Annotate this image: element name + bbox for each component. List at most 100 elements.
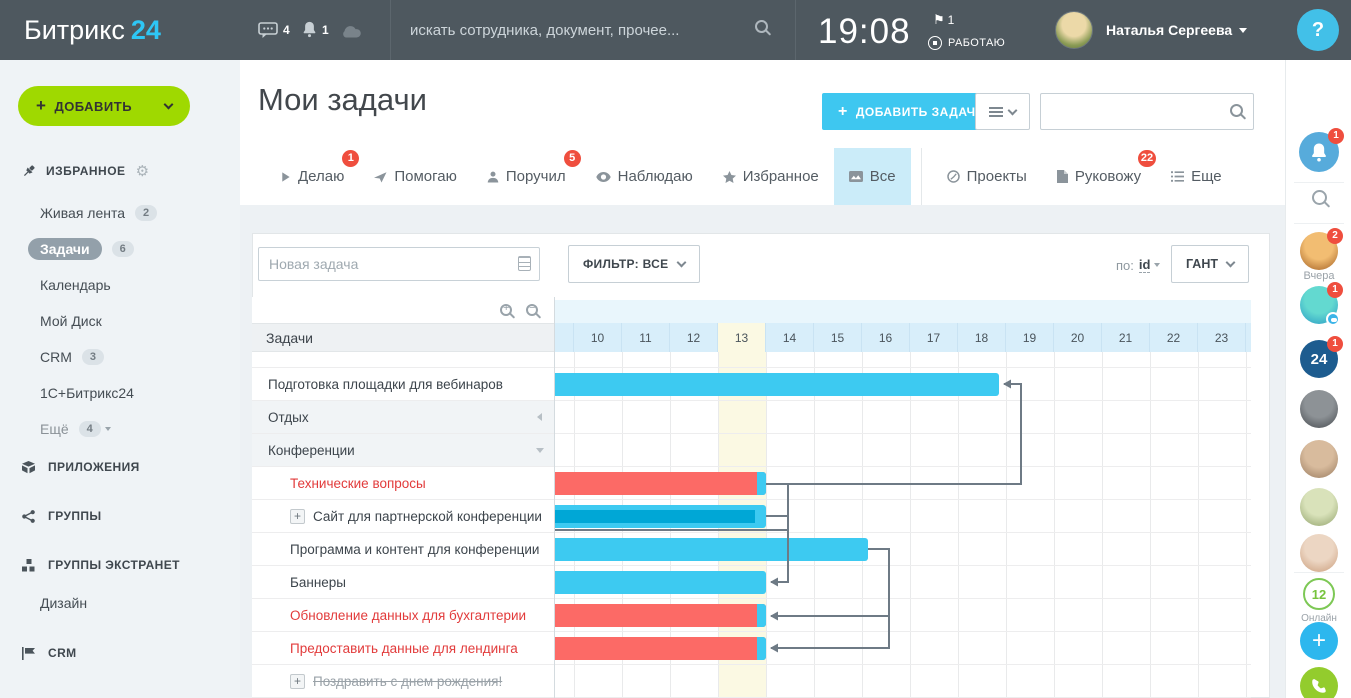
gantt-task-row[interactable]: Подготовка площадки для вебинаров [252, 368, 554, 401]
sidebar-item-4[interactable]: Мой Диск [40, 308, 102, 334]
tab-label: Еще [1191, 168, 1222, 185]
flag-indicator[interactable]: ⚑1 [933, 12, 954, 28]
tab-5[interactable]: Избранное [708, 148, 834, 205]
help-button[interactable]: ? [1297, 9, 1339, 51]
tab-label: Наблюдаю [618, 168, 693, 185]
person-icon [487, 171, 499, 183]
sidebar-item-2[interactable]: Задачи6 [40, 236, 134, 262]
avatar-2[interactable]: 1 [1300, 286, 1338, 324]
gantt-task-row[interactable]: Баннеры [252, 566, 554, 599]
tab-6[interactable]: Все [834, 148, 911, 205]
sort-control[interactable]: по: id [1116, 257, 1160, 273]
zoom-out-icon[interactable]: − [526, 303, 538, 321]
gantt-task-row[interactable]: +Поздравить с днем рождения! [252, 665, 554, 698]
sidebar-section-2[interactable]: ГРУППЫ [22, 509, 102, 523]
sidebar-item-label: Живая лента [40, 205, 125, 221]
view-options-button[interactable] [975, 93, 1030, 130]
task-search-box[interactable] [1040, 93, 1254, 130]
sidebar-section-3[interactable]: ГРУППЫ ЭКСТРАНЕТ [22, 558, 180, 572]
gantt-view-button[interactable]: ГАНТ [1171, 245, 1249, 283]
section-label: ГРУППЫ ЭКСТРАНЕТ [48, 558, 180, 572]
app-logo[interactable]: Битрикс24 [24, 0, 161, 60]
task-label: Предоставить данные для лендинга [290, 641, 518, 656]
gear-icon[interactable]: ⚙ [136, 162, 150, 180]
avatar-3[interactable] [1300, 390, 1338, 428]
zoom-in-icon[interactable]: + [500, 303, 512, 321]
tab-divider [921, 148, 922, 205]
sidebar-item-5[interactable]: CRM3 [40, 344, 104, 370]
task-label: Обновление данных для бухгалтерии [290, 608, 526, 623]
avatar-6[interactable] [1300, 534, 1338, 572]
global-search-icon[interactable] [755, 20, 768, 33]
work-status-button[interactable]: РАБОТАЮ [928, 36, 1005, 50]
phone-icon [1311, 678, 1328, 695]
tab-label: Поручил [506, 168, 566, 185]
gantt-task-row[interactable]: Конференции [252, 434, 554, 467]
tab-2[interactable]: Помогаю [359, 148, 472, 205]
sidebar-section-1[interactable]: ПРИЛОЖЕНИЯ [22, 460, 140, 474]
quick-add-button[interactable]: + [1300, 622, 1338, 660]
tab-7[interactable]: Проекты [932, 148, 1042, 205]
sidebar-item-3[interactable]: Календарь [40, 272, 111, 298]
sidebar-item-1[interactable]: Живая лента2 [40, 200, 157, 226]
inbox-icon [849, 171, 863, 182]
chat-icon[interactable] [258, 22, 278, 39]
sort-by-label: по: [1116, 258, 1134, 273]
add-button[interactable]: +ДОБАВИТЬ [18, 86, 190, 126]
cloud-icon[interactable] [340, 24, 362, 38]
gantt-task-row[interactable]: Отдых [252, 401, 554, 434]
user-menu[interactable]: Наталья Сергеева [1106, 22, 1247, 38]
user-avatar[interactable] [1055, 11, 1093, 49]
favorites-header[interactable]: ИЗБРАННОЕ ⚙ [22, 162, 150, 180]
task-label: Подготовка площадки для вебинаров [268, 377, 503, 392]
gantt-task-row[interactable]: Технические вопросы [252, 467, 554, 500]
tab-3[interactable]: Поручил5 [472, 148, 581, 205]
right-sidebar: 12Вчера124112Онлайн+ [1285, 60, 1351, 698]
tab-8[interactable]: Руковожу22 [1042, 148, 1156, 205]
sidebar-section-4[interactable]: CRM [22, 646, 77, 660]
tab-4[interactable]: Наблюдаю [581, 148, 708, 205]
add-task-button[interactable]: +ДОБАВИТЬ ЗАДАЧУ [822, 93, 999, 130]
day-cell: 15 [814, 323, 862, 352]
gantt-task-row[interactable]: Программа и контент для конференции [252, 533, 554, 566]
item-badge: 4 [79, 421, 101, 437]
notifications-button[interactable]: 1 [1299, 132, 1339, 172]
collapsed-caret-icon[interactable] [533, 413, 542, 421]
avatar-1[interactable]: 2 [1300, 232, 1338, 270]
avatar-5[interactable] [1300, 488, 1338, 526]
task-form-icon[interactable] [518, 256, 531, 271]
sort-field[interactable]: id [1139, 257, 1151, 273]
notification-badge: 1 [1328, 128, 1344, 144]
tab-label: Избранное [743, 168, 819, 185]
gantt-panel-spacer [252, 352, 554, 368]
sidebar-item-6[interactable]: 1С+Битрикс24 [40, 380, 134, 406]
new-task-input[interactable] [258, 247, 540, 281]
compass-icon [947, 170, 960, 183]
day-cell: 18 [958, 323, 1006, 352]
plus-icon: + [36, 96, 46, 116]
section-label: ПРИЛОЖЕНИЯ [48, 460, 140, 474]
filter-button[interactable]: ФИЛЬТР: ВСЕ [568, 245, 700, 283]
gantt-task-row[interactable]: Предоставить данные для лендинга [252, 632, 554, 665]
expand-task-button[interactable]: + [290, 509, 305, 524]
gantt-task-row[interactable]: +Сайт для партнерской конференции [252, 500, 554, 533]
tab-9[interactable]: Еще [1156, 148, 1237, 205]
expanded-caret-icon[interactable] [536, 448, 544, 457]
avatar-4[interactable] [1300, 440, 1338, 478]
tab-badge: 5 [564, 150, 581, 167]
gantt-task-row[interactable]: Обновление данных для бухгалтерии [252, 599, 554, 632]
global-search-input[interactable] [408, 14, 738, 46]
bitrix24-chat-avatar[interactable]: 241 [1300, 340, 1338, 378]
chevron-down-icon [1154, 263, 1160, 270]
call-button[interactable] [1300, 667, 1338, 698]
day-cell: 10 [574, 323, 622, 352]
search-icon[interactable] [1312, 190, 1327, 205]
day-cell: 22 [1150, 323, 1198, 352]
sidebar-item-7[interactable]: Ещё4 [40, 416, 111, 442]
sidebar-item-дизайн[interactable]: Дизайн [40, 595, 87, 611]
expand-task-button[interactable]: + [290, 674, 305, 689]
worktime-clock[interactable]: 19:08 [818, 12, 911, 52]
chevron-down-icon [105, 427, 111, 434]
tab-1[interactable]: Делаю1 [265, 148, 359, 205]
bell-icon[interactable] [302, 20, 317, 38]
